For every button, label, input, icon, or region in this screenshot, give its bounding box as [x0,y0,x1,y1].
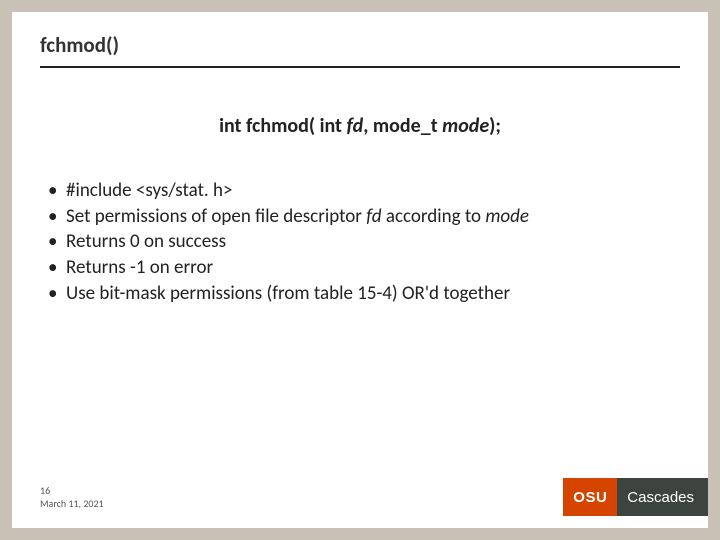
footer-date: March 11, 2021 [40,497,104,510]
slide-title: fchmod() [40,32,680,58]
function-signature: int fchmod( int fd, mode_t mode); [40,114,680,138]
list-item: Set permissions of open file descriptor … [48,204,680,230]
bullet-text: Returns -1 on error [66,256,213,279]
bullet-list: #include <sys/stat. h> Set permissions o… [40,178,680,306]
osu-cascades-logo: OSU Cascades [563,478,708,516]
bullet-text: #include <sys/stat. h> [66,179,232,202]
bullet-em-mode: mode [485,205,529,228]
slide-body: fchmod() int fchmod( int fd, mode_t mode… [12,12,708,528]
list-item: Use bit-mask permissions (from table 15-… [48,281,680,307]
bullet-text: Use bit-mask permissions (from table 15-… [66,282,510,305]
logo-campus: Cascades [617,478,708,516]
sig-suffix: ); [489,114,501,138]
bullet-text-pre: Set permissions of open file descriptor [66,205,366,228]
title-underline [40,66,680,68]
bullet-text-mid: according to [382,205,486,228]
list-item: Returns 0 on success [48,229,680,255]
sig-prefix: int fchmod( int [219,114,346,138]
sig-arg-mode: mode [442,114,489,138]
slide-frame: fchmod() int fchmod( int fd, mode_t mode… [0,0,720,540]
list-item: #include <sys/stat. h> [48,178,680,204]
logo-brand: OSU [563,478,617,516]
list-item: Returns -1 on error [48,255,680,281]
bullet-text: Returns 0 on success [66,230,226,253]
bullet-em-fd: fd [366,205,381,228]
page-number: 16 [40,484,104,497]
slide-footer: 16 March 11, 2021 [40,484,104,510]
sig-arg-fd: fd [346,114,363,138]
sig-mid: , mode_t [363,114,442,138]
